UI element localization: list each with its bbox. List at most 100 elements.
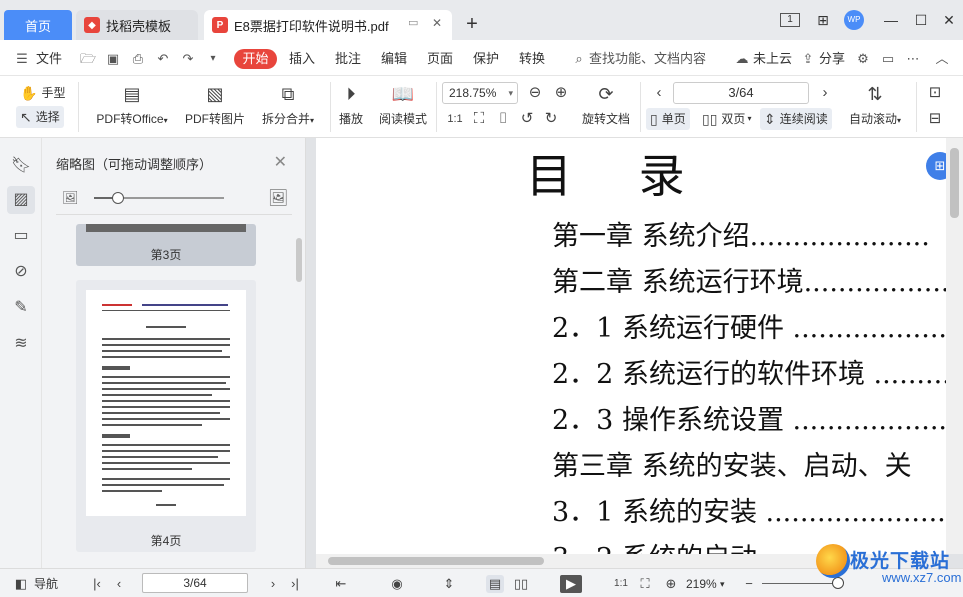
- chevron-down-icon[interactable]: ▾: [720, 575, 725, 593]
- select-tool[interactable]: ↖ 选择: [16, 106, 64, 128]
- more-dropdown-icon[interactable]: ▾: [205, 51, 221, 67]
- new-tab-button[interactable]: +: [460, 12, 484, 36]
- eye-icon[interactable]: ◉: [388, 575, 406, 593]
- auto-scroll-button[interactable]: ⇅ 自动滚动▾: [846, 82, 904, 127]
- scroll-thumb[interactable]: [950, 148, 959, 218]
- avatar[interactable]: WP: [844, 10, 864, 30]
- thumbnail-size-slider[interactable]: 🖼︎ 🖼︎: [62, 188, 292, 208]
- slider-knob[interactable]: [112, 192, 124, 204]
- double-page-button[interactable]: ▯▯ 双页 ▾: [702, 108, 751, 130]
- tab-home[interactable]: 首页: [4, 10, 72, 40]
- open-folder-icon[interactable]: 🗁: [80, 51, 96, 67]
- menu-convert[interactable]: 转换: [519, 49, 545, 69]
- preview-line: [102, 450, 230, 452]
- monitor-icon[interactable]: ▭: [408, 16, 422, 30]
- zoom-select[interactable]: 218.75% ▾: [442, 82, 518, 104]
- next-page-icon[interactable]: ›: [264, 575, 282, 593]
- thumbnail-page-3[interactable]: 第3页: [76, 224, 256, 266]
- continuous-view-icon[interactable]: ⇕: [440, 575, 458, 593]
- rotate-right-icon[interactable]: ↻: [542, 110, 560, 128]
- zoom-in-icon[interactable]: ⊕: [552, 84, 570, 102]
- share-button[interactable]: 分享: [819, 49, 845, 69]
- last-page-icon[interactable]: ›|: [286, 575, 304, 593]
- collapse-ribbon-icon[interactable]: ︿: [934, 51, 950, 67]
- close-tab-icon[interactable]: ✕: [430, 16, 444, 30]
- read-mode-button[interactable]: 📖 阅读模式: [378, 82, 428, 127]
- preview-line: [102, 382, 226, 384]
- fit-width-icon[interactable]: ⌷: [494, 110, 512, 128]
- signature-icon[interactable]: ✎: [7, 294, 35, 322]
- play-icon[interactable]: ▶: [560, 575, 582, 593]
- layout-switch-button[interactable]: 1: [780, 10, 802, 30]
- tool-icon-2[interactable]: ⊟: [926, 110, 944, 128]
- slider-fill: [94, 197, 114, 199]
- search-box[interactable]: 查找功能、文档内容: [589, 49, 706, 69]
- navigation-icon[interactable]: ◧: [12, 575, 30, 593]
- layers-icon[interactable]: ≋: [7, 330, 35, 358]
- menu-insert[interactable]: 插入: [289, 49, 315, 69]
- fit-page-icon[interactable]: ⛶: [470, 110, 488, 128]
- menu-page[interactable]: 页面: [427, 49, 453, 69]
- actual-size-icon[interactable]: 1:1: [446, 110, 464, 128]
- scroll-thumb[interactable]: [328, 557, 544, 565]
- first-page-icon[interactable]: |‹: [88, 575, 106, 593]
- single-page-button[interactable]: ▯ 单页: [646, 108, 690, 130]
- undo-icon[interactable]: ↶: [155, 51, 171, 67]
- close-window-icon[interactable]: ✕: [938, 10, 960, 30]
- play-button[interactable]: ⏵ 播放: [336, 82, 366, 127]
- zoom-tool-icon[interactable]: ⊕: [662, 575, 680, 593]
- prev-page-icon[interactable]: ‹: [110, 575, 128, 593]
- redo-icon[interactable]: ↷: [180, 51, 196, 67]
- rotate-left-icon[interactable]: ↺: [518, 110, 536, 128]
- actual-size-icon[interactable]: 1:1: [612, 575, 630, 593]
- menu-annotate[interactable]: 批注: [335, 49, 361, 69]
- thumbnail-icon[interactable]: ▨: [7, 186, 35, 214]
- bookmark-icon[interactable]: 🔖︎: [7, 152, 35, 180]
- pdf-to-image-button[interactable]: ▧ PDF转图片: [184, 82, 246, 127]
- print-icon[interactable]: ⎙: [130, 51, 146, 67]
- menu-protect[interactable]: 保护: [473, 49, 499, 69]
- navigation-label[interactable]: 导航: [34, 575, 58, 593]
- page-input[interactable]: 3/64: [673, 82, 809, 104]
- menu-edit[interactable]: 编辑: [381, 49, 407, 69]
- status-page-input[interactable]: 3/64: [142, 573, 248, 593]
- tool-icon[interactable]: ⊡: [926, 84, 944, 102]
- close-icon[interactable]: ✕: [274, 152, 287, 172]
- split-merge-button[interactable]: ⧉ 拆分合并▾: [258, 82, 318, 127]
- back-icon[interactable]: ⇤: [332, 575, 350, 593]
- thumbnail-scrollbar[interactable]: [296, 238, 302, 282]
- continuous-read-button[interactable]: ⇕ 连续阅读: [760, 108, 832, 130]
- grid-icon[interactable]: ⊞: [812, 10, 834, 30]
- zoom-out-icon[interactable]: −: [740, 575, 758, 593]
- zoom-out-icon[interactable]: ⊖: [526, 84, 544, 102]
- tab-document[interactable]: P E8票据打印软件说明书.pdf ▭ ✕: [204, 10, 452, 40]
- maximize-icon[interactable]: ☐: [910, 10, 932, 30]
- pdf-to-office-button[interactable]: ▤ PDF转Office▾: [92, 82, 172, 127]
- attachment-icon[interactable]: ⊘: [7, 258, 35, 286]
- rotate-document-button[interactable]: ⟳ 旋转文档: [580, 82, 632, 127]
- zoom-value: 218.75%: [449, 86, 497, 100]
- cloud-status[interactable]: 未上云: [753, 49, 792, 69]
- next-page-icon[interactable]: ›: [816, 84, 834, 102]
- comment-icon[interactable]: ▭: [7, 222, 35, 250]
- menu-file[interactable]: 文件: [36, 49, 62, 69]
- fit-page-icon[interactable]: ⛶: [636, 575, 654, 593]
- double-page-view-icon[interactable]: ▯▯: [512, 575, 530, 593]
- vertical-scrollbar[interactable]: [946, 138, 963, 554]
- pdf-to-image-label: PDF转图片: [184, 112, 245, 126]
- status-zoom[interactable]: 219%: [686, 575, 717, 593]
- tab-template[interactable]: ◆ 找稻壳模板: [76, 10, 198, 40]
- single-page-view-icon[interactable]: ▤: [486, 575, 504, 593]
- floating-tool-icon[interactable]: ⊞: [926, 152, 948, 180]
- hamburger-icon[interactable]: ☰: [14, 51, 30, 67]
- save-icon[interactable]: ▣: [105, 51, 121, 67]
- document-viewport[interactable]: 目 录 第一章 系统介绍..................... 第二章 系统…: [306, 138, 963, 568]
- thumbnail-page-4[interactable]: 第4页: [76, 280, 256, 552]
- prev-page-icon[interactable]: ‹: [650, 84, 668, 102]
- menu-start[interactable]: 开始: [234, 49, 277, 69]
- minimize-icon[interactable]: —: [880, 10, 902, 30]
- hand-tool[interactable]: ✋ 手型: [20, 82, 65, 104]
- message-icon[interactable]: ▭: [880, 51, 896, 67]
- settings-icon[interactable]: ⚙: [855, 51, 871, 67]
- more-icon[interactable]: ⋯: [905, 51, 921, 67]
